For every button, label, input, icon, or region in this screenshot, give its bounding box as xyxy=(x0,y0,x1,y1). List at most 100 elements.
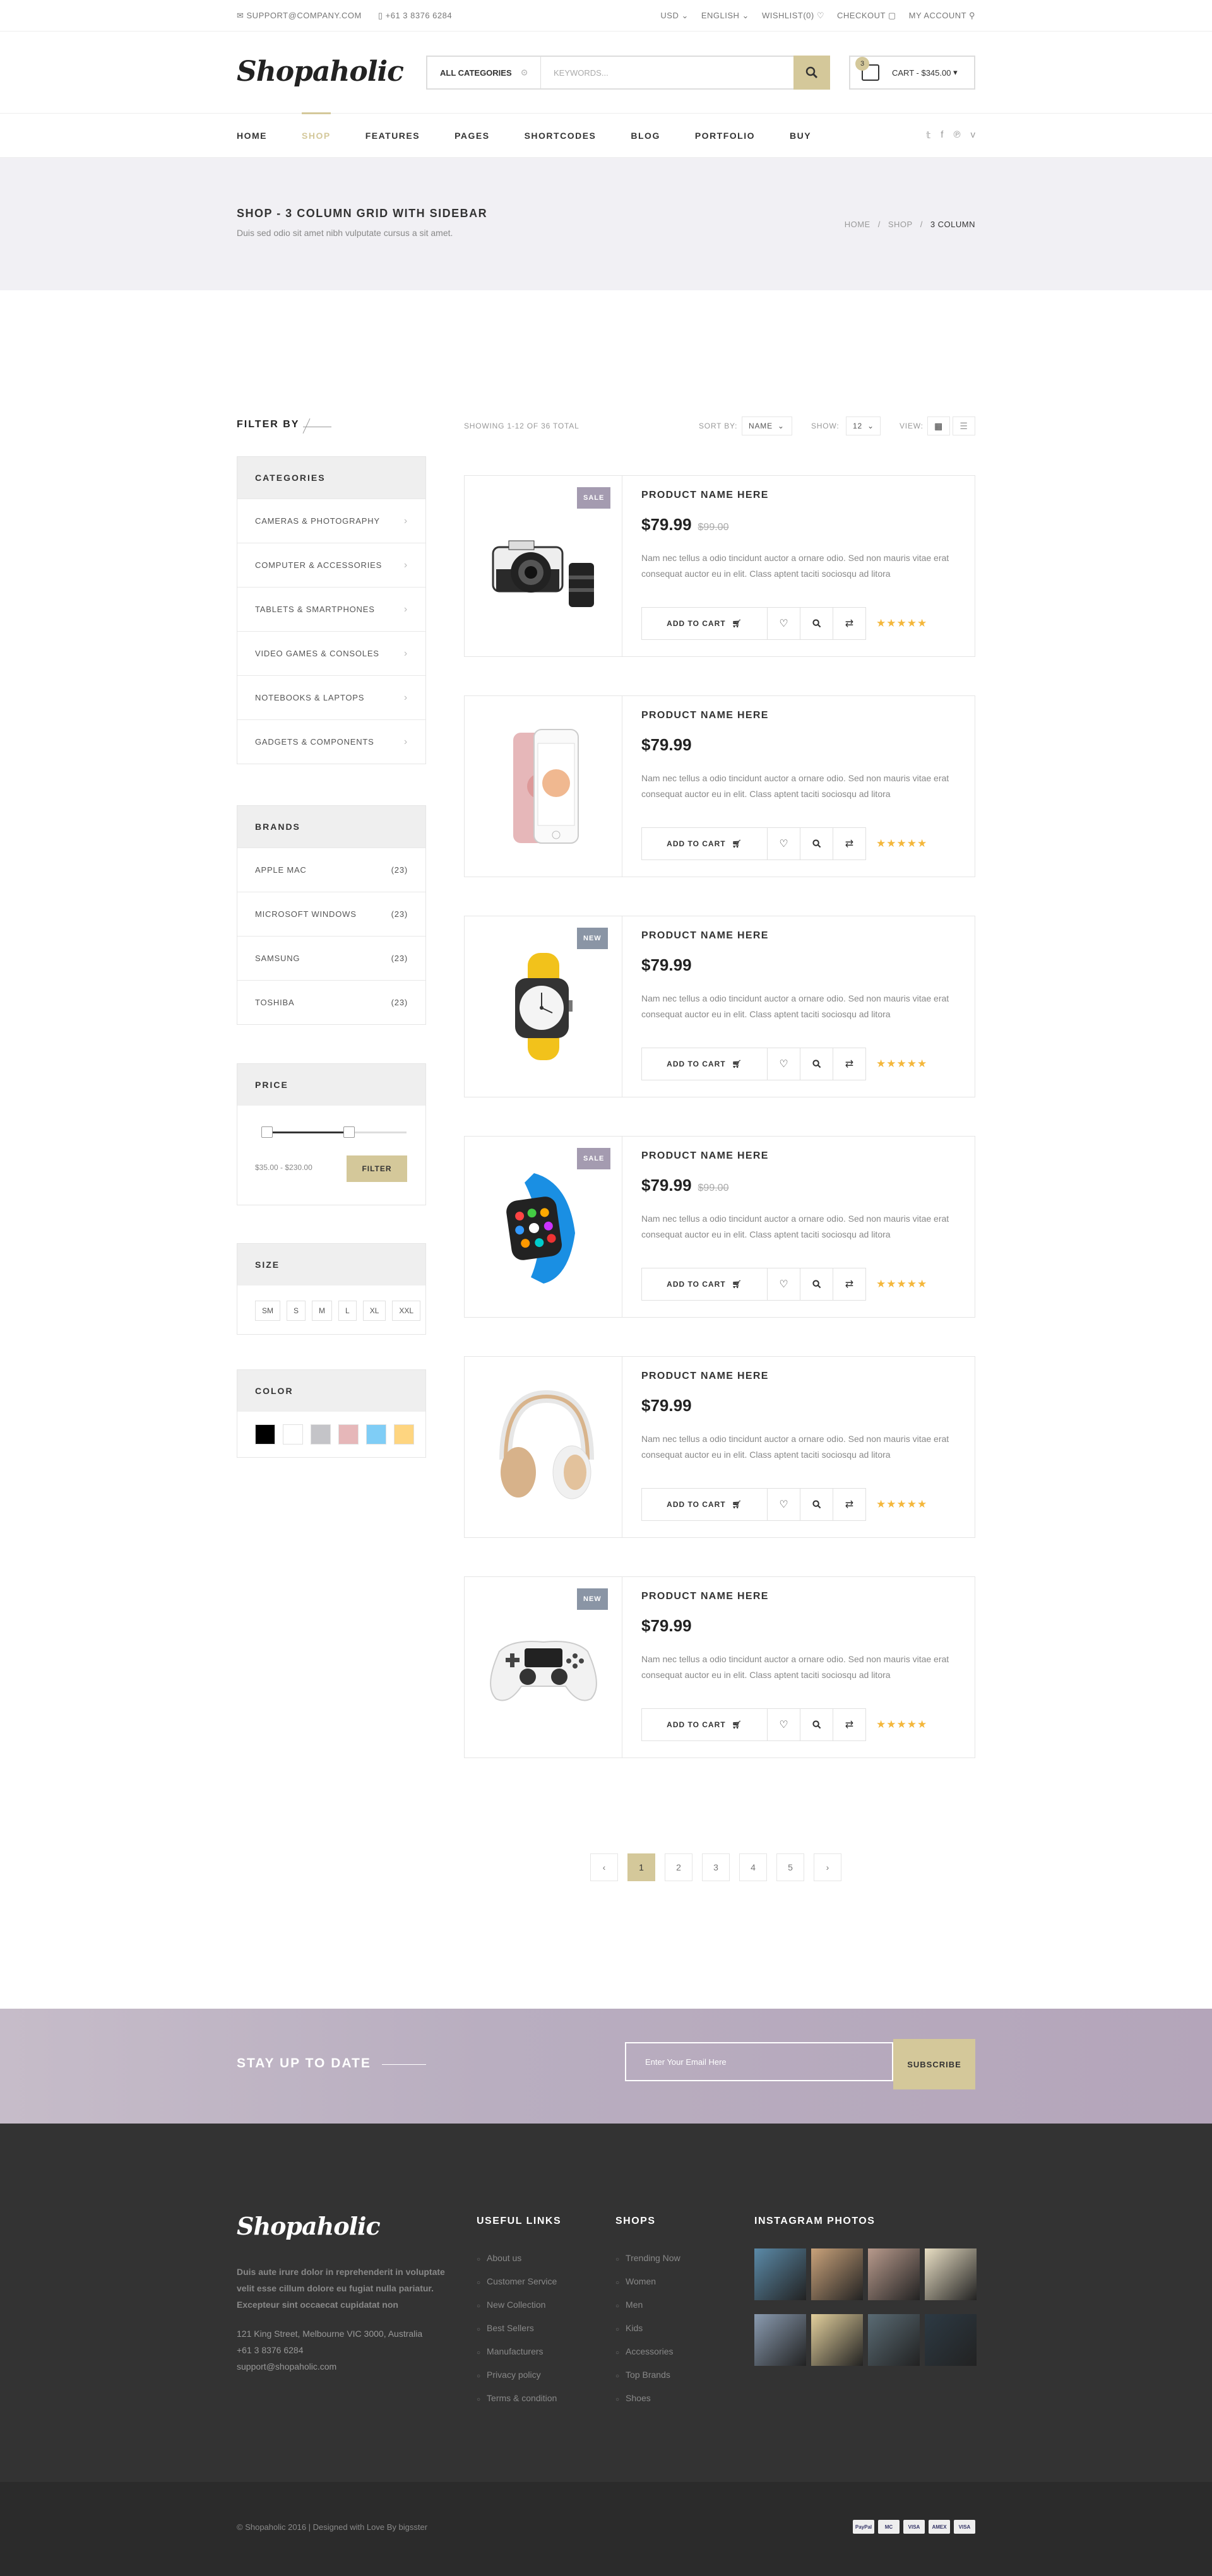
quick-view-search-icon[interactable] xyxy=(800,1268,833,1301)
nav-blog[interactable]: BLOG xyxy=(631,114,660,158)
wishlist-link[interactable]: WISHLIST(0) ♡ xyxy=(762,11,824,21)
list-view-icon[interactable]: ☰ xyxy=(953,417,975,435)
nav-portfolio[interactable]: PORTFOLIO xyxy=(695,114,755,158)
add-to-cart-button[interactable]: ADD TO CART 🛒︎ xyxy=(641,1048,768,1080)
subscribe-button[interactable]: SUBSCRIBE xyxy=(893,2039,975,2089)
pagination-page[interactable]: 5 xyxy=(776,1853,804,1881)
sort-select[interactable]: NAME ⌄ xyxy=(742,417,792,435)
category-item[interactable]: CAMERAS & PHOTOGRAPHY › xyxy=(237,499,425,543)
footer-email[interactable]: support@shopaholic.com xyxy=(237,2358,422,2375)
wishlist-heart-icon[interactable]: ♡ xyxy=(768,1048,800,1080)
brand-item[interactable]: APPLE MAC (23) xyxy=(237,848,425,892)
product-image[interactable] xyxy=(465,1357,622,1537)
search-button[interactable] xyxy=(793,56,830,90)
grid-view-icon[interactable]: ▦ xyxy=(927,417,950,435)
quick-view-search-icon[interactable] xyxy=(800,1048,833,1080)
add-to-cart-button[interactable]: ADD TO CART 🛒︎ xyxy=(641,1488,768,1521)
color-swatch[interactable] xyxy=(366,1424,386,1445)
wishlist-heart-icon[interactable]: ♡ xyxy=(768,827,800,860)
instagram-photo[interactable] xyxy=(868,2248,920,2300)
size-option[interactable]: SM xyxy=(255,1301,280,1321)
quick-view-search-icon[interactable] xyxy=(800,1488,833,1521)
footer-link[interactable]: New Collection xyxy=(477,2294,557,2317)
category-item[interactable]: VIDEO GAMES & CONSOLES › xyxy=(237,631,425,675)
price-filter-button[interactable]: FILTER xyxy=(347,1155,407,1182)
brand-item[interactable]: TOSHIBA (23) xyxy=(237,980,425,1024)
nav-shop[interactable]: SHOP xyxy=(302,112,331,158)
product-name[interactable]: PRODUCT NAME HERE xyxy=(641,1150,769,1162)
wishlist-heart-icon[interactable]: ♡ xyxy=(768,1268,800,1301)
product-name[interactable]: PRODUCT NAME HERE xyxy=(641,930,769,942)
footer-link[interactable]: Terms & condition xyxy=(477,2387,557,2411)
pagination-page[interactable]: 4 xyxy=(739,1853,767,1881)
wishlist-heart-icon[interactable]: ♡ xyxy=(768,1488,800,1521)
pagination-next[interactable]: › xyxy=(814,1853,841,1881)
search-category-select[interactable]: ALL CATEGORIES ⊙ xyxy=(427,57,541,88)
instagram-photo[interactable] xyxy=(868,2314,920,2366)
pagination-prev[interactable]: ‹ xyxy=(590,1853,618,1881)
footer-link[interactable]: Trending Now xyxy=(615,2247,680,2271)
quick-view-search-icon[interactable] xyxy=(800,607,833,640)
color-swatch[interactable] xyxy=(255,1424,275,1445)
compare-icon[interactable]: ⇄ xyxy=(833,607,866,640)
twitter-icon[interactable]: 𝕥 xyxy=(926,129,930,141)
footer-link[interactable]: Top Brands xyxy=(615,2364,680,2387)
footer-link[interactable]: Shoes xyxy=(615,2387,680,2411)
nav-features[interactable]: FEATURES xyxy=(365,114,420,158)
support-email[interactable]: ✉ SUPPORT@COMPANY.COM xyxy=(237,11,362,21)
pinterest-icon[interactable]: ℗ xyxy=(953,129,960,141)
checkout-link[interactable]: CHECKOUT ▢ xyxy=(837,11,896,21)
category-item[interactable]: GADGETS & COMPONENTS › xyxy=(237,719,425,764)
wishlist-heart-icon[interactable]: ♡ xyxy=(768,1708,800,1741)
currency-select[interactable]: USD ⌄ xyxy=(660,11,688,21)
size-option[interactable]: S xyxy=(287,1301,306,1321)
vimeo-icon[interactable]: v xyxy=(971,129,976,141)
nav-buy[interactable]: BUY xyxy=(790,114,811,158)
breadcrumb-home[interactable]: HOME xyxy=(845,220,870,229)
brand-item[interactable]: MICROSOFT WINDOWS (23) xyxy=(237,892,425,936)
cart-button[interactable]: 3 CART - $345.00 ▾ xyxy=(849,56,975,90)
footer-link[interactable]: Men xyxy=(615,2294,680,2317)
color-swatch[interactable] xyxy=(283,1424,303,1445)
color-swatch[interactable] xyxy=(338,1424,359,1445)
color-swatch[interactable] xyxy=(311,1424,331,1445)
footer-logo[interactable]: Shopaholic xyxy=(237,2212,381,2240)
instagram-photo[interactable] xyxy=(811,2248,863,2300)
search-input[interactable]: KEYWORDS... xyxy=(541,57,793,88)
price-slider-max-handle[interactable] xyxy=(343,1126,355,1138)
breadcrumb-shop[interactable]: SHOP xyxy=(888,220,913,229)
add-to-cart-button[interactable]: ADD TO CART 🛒︎ xyxy=(641,1708,768,1741)
nav-pages[interactable]: PAGES xyxy=(454,114,489,158)
add-to-cart-button[interactable]: ADD TO CART 🛒︎ xyxy=(641,827,768,860)
instagram-photo[interactable] xyxy=(925,2314,977,2366)
facebook-icon[interactable]: f xyxy=(941,129,943,141)
pagination-page[interactable]: 3 xyxy=(702,1853,730,1881)
color-swatch[interactable] xyxy=(394,1424,414,1445)
footer-link[interactable]: Women xyxy=(615,2271,680,2294)
product-name[interactable]: PRODUCT NAME HERE xyxy=(641,1591,769,1602)
footer-link[interactable]: Privacy policy xyxy=(477,2364,557,2387)
compare-icon[interactable]: ⇄ xyxy=(833,1708,866,1741)
footer-link[interactable]: Customer Service xyxy=(477,2271,557,2294)
instagram-photo[interactable] xyxy=(754,2314,806,2366)
footer-link[interactable]: About us xyxy=(477,2247,557,2271)
instagram-photo[interactable] xyxy=(811,2314,863,2366)
price-slider[interactable] xyxy=(261,1126,407,1138)
quick-view-search-icon[interactable] xyxy=(800,827,833,860)
newsletter-email-input[interactable]: Enter Your Email Here xyxy=(625,2042,893,2081)
instagram-photo[interactable] xyxy=(754,2248,806,2300)
compare-icon[interactable]: ⇄ xyxy=(833,1048,866,1080)
quick-view-search-icon[interactable] xyxy=(800,1708,833,1741)
product-name[interactable]: PRODUCT NAME HERE xyxy=(641,1371,769,1382)
footer-link[interactable]: Kids xyxy=(615,2317,680,2341)
footer-link[interactable]: Accessories xyxy=(615,2341,680,2364)
compare-icon[interactable]: ⇄ xyxy=(833,1268,866,1301)
size-option[interactable]: XL xyxy=(362,1301,386,1321)
product-name[interactable]: PRODUCT NAME HERE xyxy=(641,710,769,721)
brand-item[interactable]: SAMSUNG (23) xyxy=(237,936,425,980)
site-logo[interactable]: Shopaholic xyxy=(237,56,404,88)
add-to-cart-button[interactable]: ADD TO CART 🛒︎ xyxy=(641,607,768,640)
nav-home[interactable]: HOME xyxy=(237,114,267,158)
show-select[interactable]: 12 ⌄ xyxy=(846,417,881,435)
size-option[interactable]: L xyxy=(338,1301,357,1321)
